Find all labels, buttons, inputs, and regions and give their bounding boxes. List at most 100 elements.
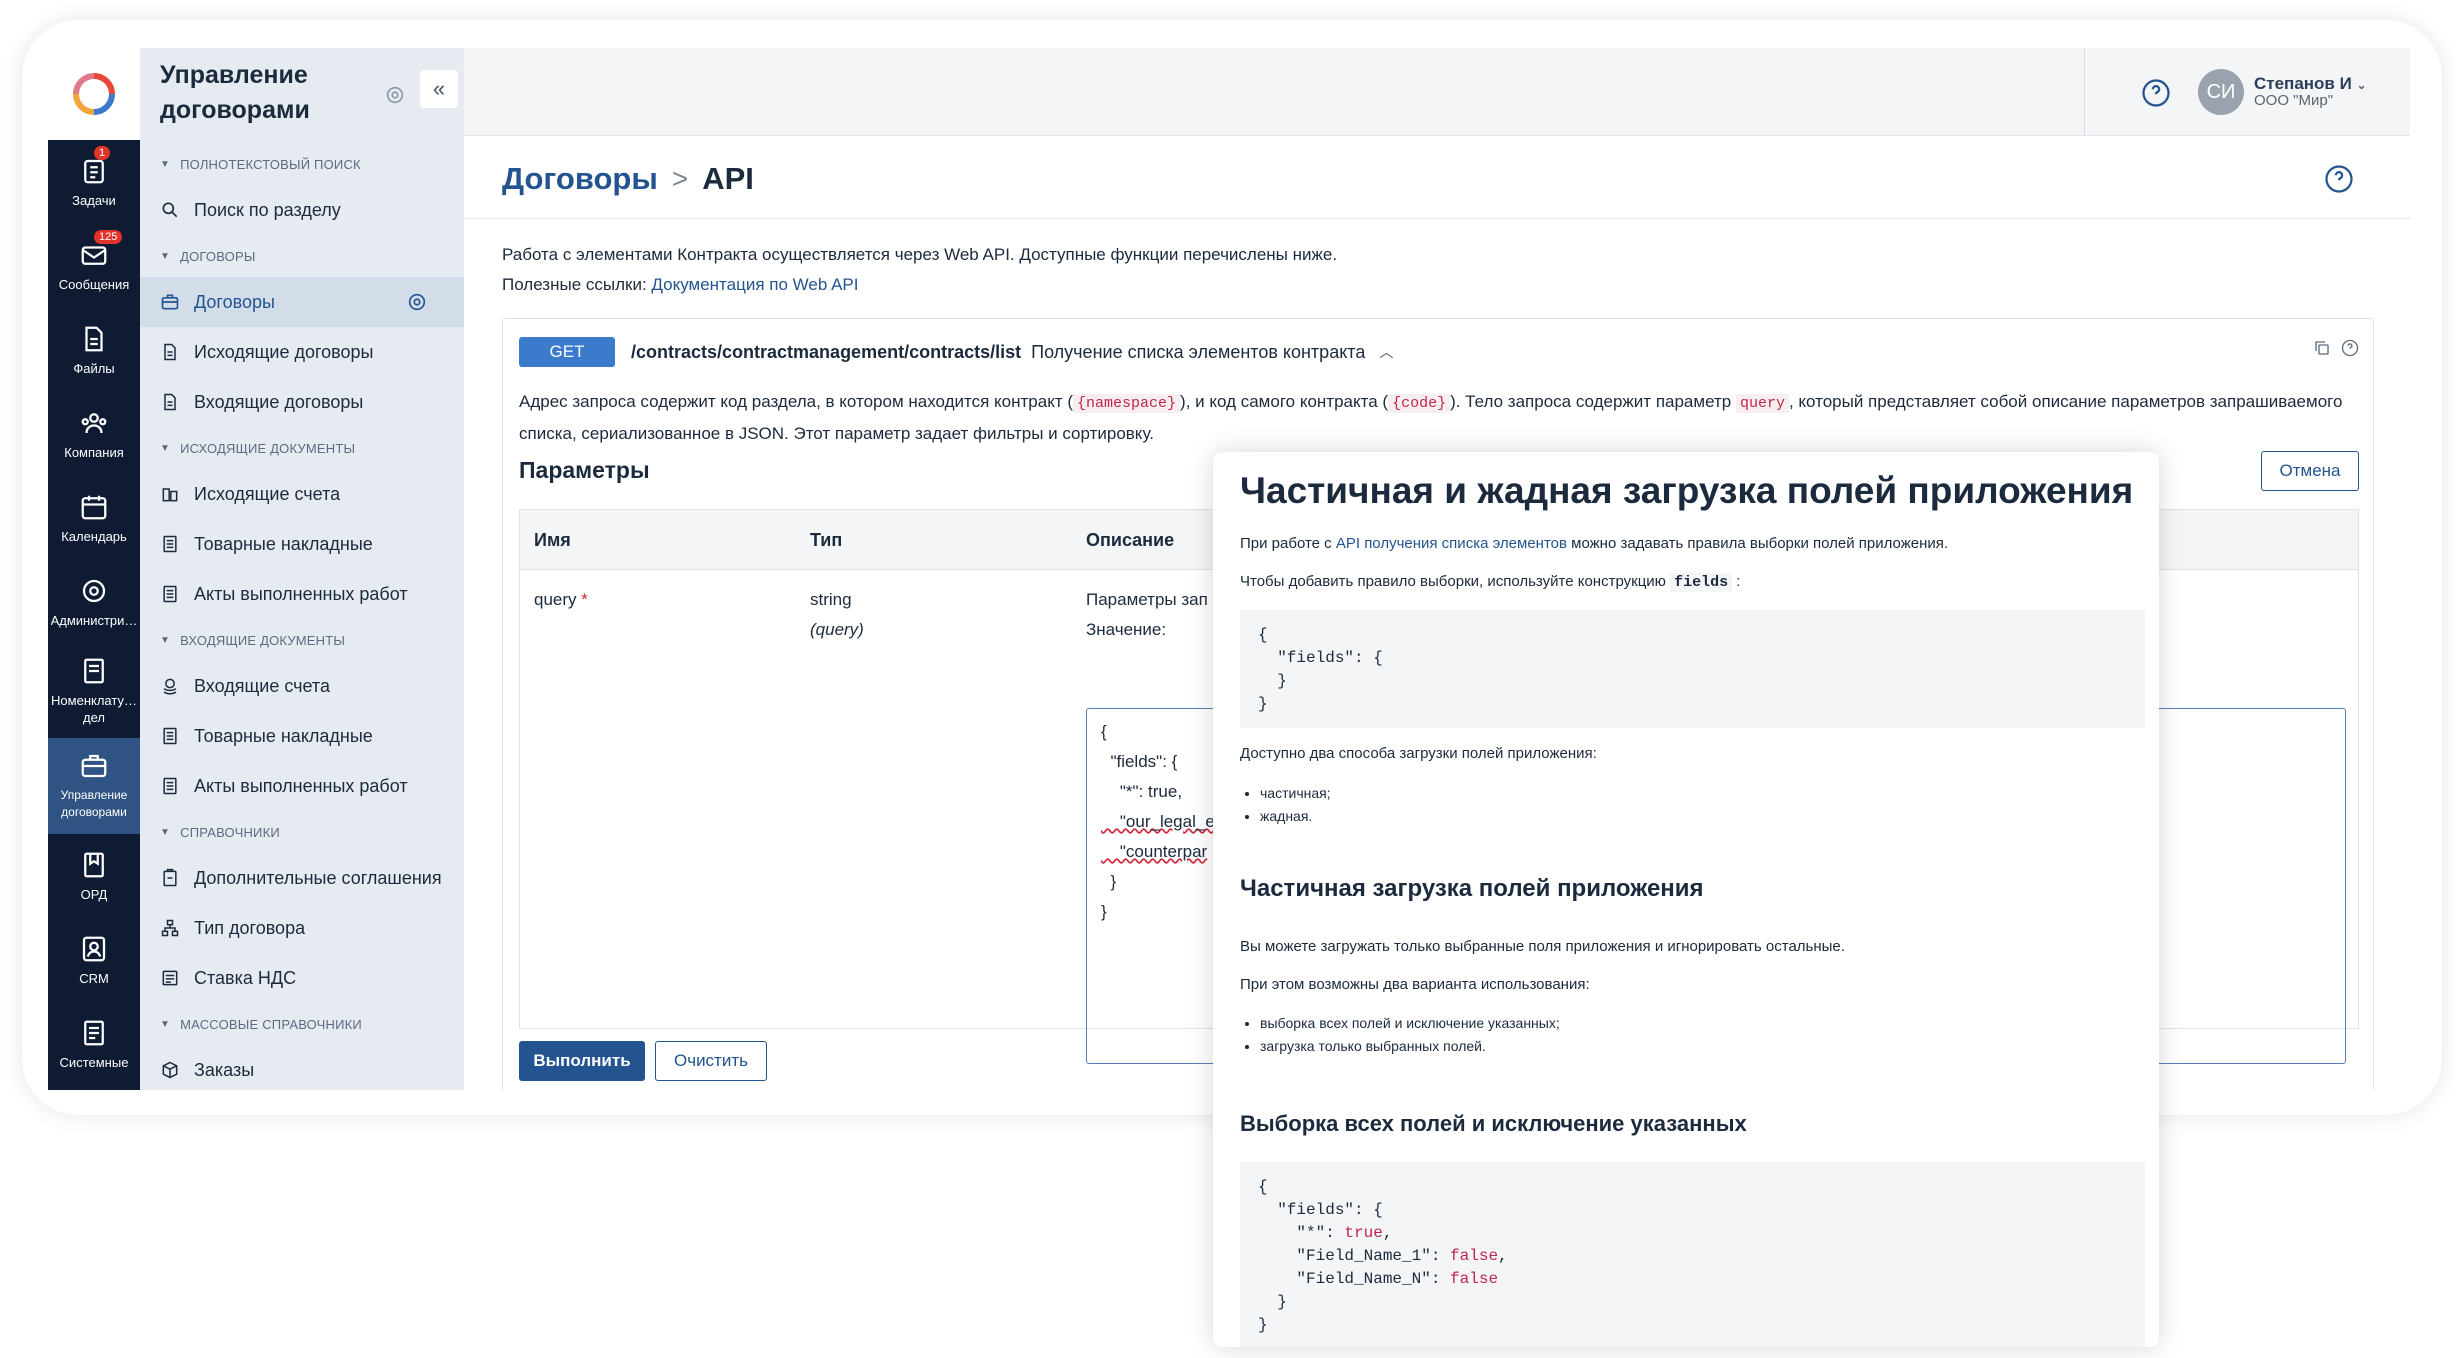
rail-item-admin[interactable]: Администри… [48,560,140,644]
rail-item-calendar[interactable]: Календарь [48,476,140,560]
sidebar-item-label: Договоры [194,291,275,312]
search-icon [162,202,178,218]
doc-paragraph: При работе с API получения списка элемен… [1240,535,1948,552]
sidebar-item-section-search[interactable]: Поиск по разделу [140,185,464,235]
list-api-link[interactable]: API получения списка элементов [1336,535,1567,552]
endpoint-tools [2313,339,2359,357]
sidebar-item-contract-type[interactable]: Тип договора [140,903,464,953]
endpoint-header[interactable]: GET /contracts/contractmanagement/contra… [519,337,1393,367]
text-part: Адрес запроса содержит код раздела, в ко… [519,392,1074,411]
doc-list: выборка всех полей и исключение указанны… [1260,1012,1560,1058]
web-api-docs-link[interactable]: Документация по Web API [651,275,858,294]
execute-button[interactable]: Выполнить [519,1041,645,1081]
app-logo[interactable] [48,48,140,140]
useful-links-label: Полезные ссылки: [502,275,647,294]
list-item: выборка всех полей и исключение указанны… [1260,1012,1560,1035]
code-punct: , [1382,1224,1393,1242]
sidebar-item-incoming-acts[interactable]: Акты выполненных работ [140,761,464,811]
code-key: "*": [1258,1224,1345,1242]
sidebar-item-label: Акты выполненных работ [194,775,408,796]
sidebar-category-references[interactable]: ▼ Справочники [140,811,464,853]
text-part: можно задавать правила выборки полей при… [1571,535,1949,552]
user-name-text: Степанов И [2254,74,2352,93]
rail-label: ОРД [80,886,108,902]
system-icon [84,1020,104,1045]
list-icon [163,727,177,745]
user-organization: ООО "Мир" [2254,92,2334,109]
rail-label: Файлы [73,360,115,376]
param-name: query * [534,590,588,610]
sidebar-item-outgoing-contracts[interactable]: Исходящие договоры [140,327,464,377]
rail-label: Системные [59,1054,129,1070]
sidebar-item-incoming-invoices[interactable]: Входящие счета [140,661,464,711]
tasks-icon [84,159,104,183]
sidebar-item-outgoing-waybills[interactable]: Товарные накладные [140,519,464,569]
sidebar-item-outgoing-invoices[interactable]: Исходящие счета [140,469,464,519]
column-description: Описание [1086,530,1175,550]
endpoint-description: Получение списка элементов контракта [1031,341,1366,362]
param-description: Параметры зап [1086,590,1208,609]
category-label: Исходящие документы [180,440,356,456]
calendar-icon [81,495,107,519]
rail-item-system[interactable]: Системные [48,1002,140,1086]
sidebar-category-incoming-docs[interactable]: ▼ Входящие документы [140,619,464,661]
avatar[interactable]: СИ [2198,69,2244,115]
sidebar-item-label: Исходящие счета [194,483,341,504]
code-line: { [1258,1178,1268,1196]
help-icon[interactable] [2341,339,2359,357]
sidebar-category-outgoing-docs[interactable]: ▼ Исходящие документы [140,427,464,469]
rail-item-contracts[interactable]: Управление договорами [48,738,140,834]
sidebar-category-mass-references[interactable]: ▼ Массовые справочники [140,1003,464,1045]
rail-item-crm[interactable]: CRM [48,918,140,1002]
rail-label: Задачи [72,192,116,208]
sidebar-item-label: Поиск по разделу [194,199,341,220]
help-icon[interactable] [2141,78,2171,108]
page-help-icon[interactable] [2324,164,2354,194]
sidebar-category-fulltext[interactable]: ▼ Полнотекстовый поиск [140,143,464,185]
sidebar-item-outgoing-acts[interactable]: Акты выполненных работ [140,569,464,619]
param-location: (query) [810,620,864,639]
sidebar-item-incoming-contracts[interactable]: Входящие договоры [140,377,464,427]
caret-down-icon: ▼ [160,634,171,646]
doc-paragraph: Вы можете загружать только выбранные пол… [1240,938,1845,955]
list-icon [163,585,177,603]
sidebar-item-additional-agreements[interactable]: Дополнительные соглашения [140,853,464,903]
intro-line: Работа с элементами Контракта осуществля… [502,245,1338,264]
sidebar-item-label: Дополнительные соглашения [194,867,442,888]
sidebar-item-orders[interactable]: Заказы [140,1045,464,1090]
sidebar-collapse-button[interactable]: « [420,70,458,108]
sidebar-settings-gear-icon[interactable] [384,84,406,106]
breadcrumb-separator: > [671,163,689,194]
nomenclature-icon [84,658,104,684]
code-literal: false [1450,1270,1499,1288]
document-icon [164,393,176,411]
rail-label: Компания [64,444,124,460]
rail-item-tasks[interactable]: 1 Задачи [48,140,140,224]
code-literal: false [1450,1247,1499,1265]
cancel-button[interactable]: Отмена [2261,451,2359,491]
sidebar-item-label: Заказы [194,1059,255,1080]
chevron-up-icon[interactable]: ︿ [1379,342,1393,362]
rail-item-messages[interactable]: 125 Сообщения [48,224,140,308]
chevron-down-icon: ⌄ [2356,78,2367,92]
code-literal: true [1344,1224,1383,1242]
rail-item-ord[interactable]: ОРД [48,834,140,918]
sidebar-item-incoming-waybills[interactable]: Товарные накладные [140,711,464,761]
rail-item-files[interactable]: Файлы [48,308,140,392]
clear-button[interactable]: Очистить [655,1041,767,1081]
caret-down-icon: ▼ [160,158,171,170]
rail-item-company[interactable]: Компания [48,392,140,476]
text-part: ), и код самого контракта ( [1180,392,1389,411]
caret-down-icon: ▼ [160,250,171,262]
sidebar-item-vat-rate[interactable]: Ставка НДС [140,953,464,1003]
sidebar-category-contracts[interactable]: ▼ Договоры [140,235,464,277]
list-item: загрузка только выбранных полей. [1260,1035,1560,1058]
rail-item-nomenclature[interactable]: Номенклату… дел [48,644,140,738]
item-settings-gear-icon[interactable] [406,291,428,313]
user-name[interactable]: Степанов И ⌄ [2254,74,2367,94]
sidebar-item-contracts[interactable]: Договоры [140,277,464,327]
copy-icon[interactable] [2313,339,2331,357]
rail-label: Администри… [50,612,138,628]
doc-heading: Частичная загрузка полей приложения [1240,875,1704,902]
breadcrumb-parent-link[interactable]: Договоры [502,161,658,197]
